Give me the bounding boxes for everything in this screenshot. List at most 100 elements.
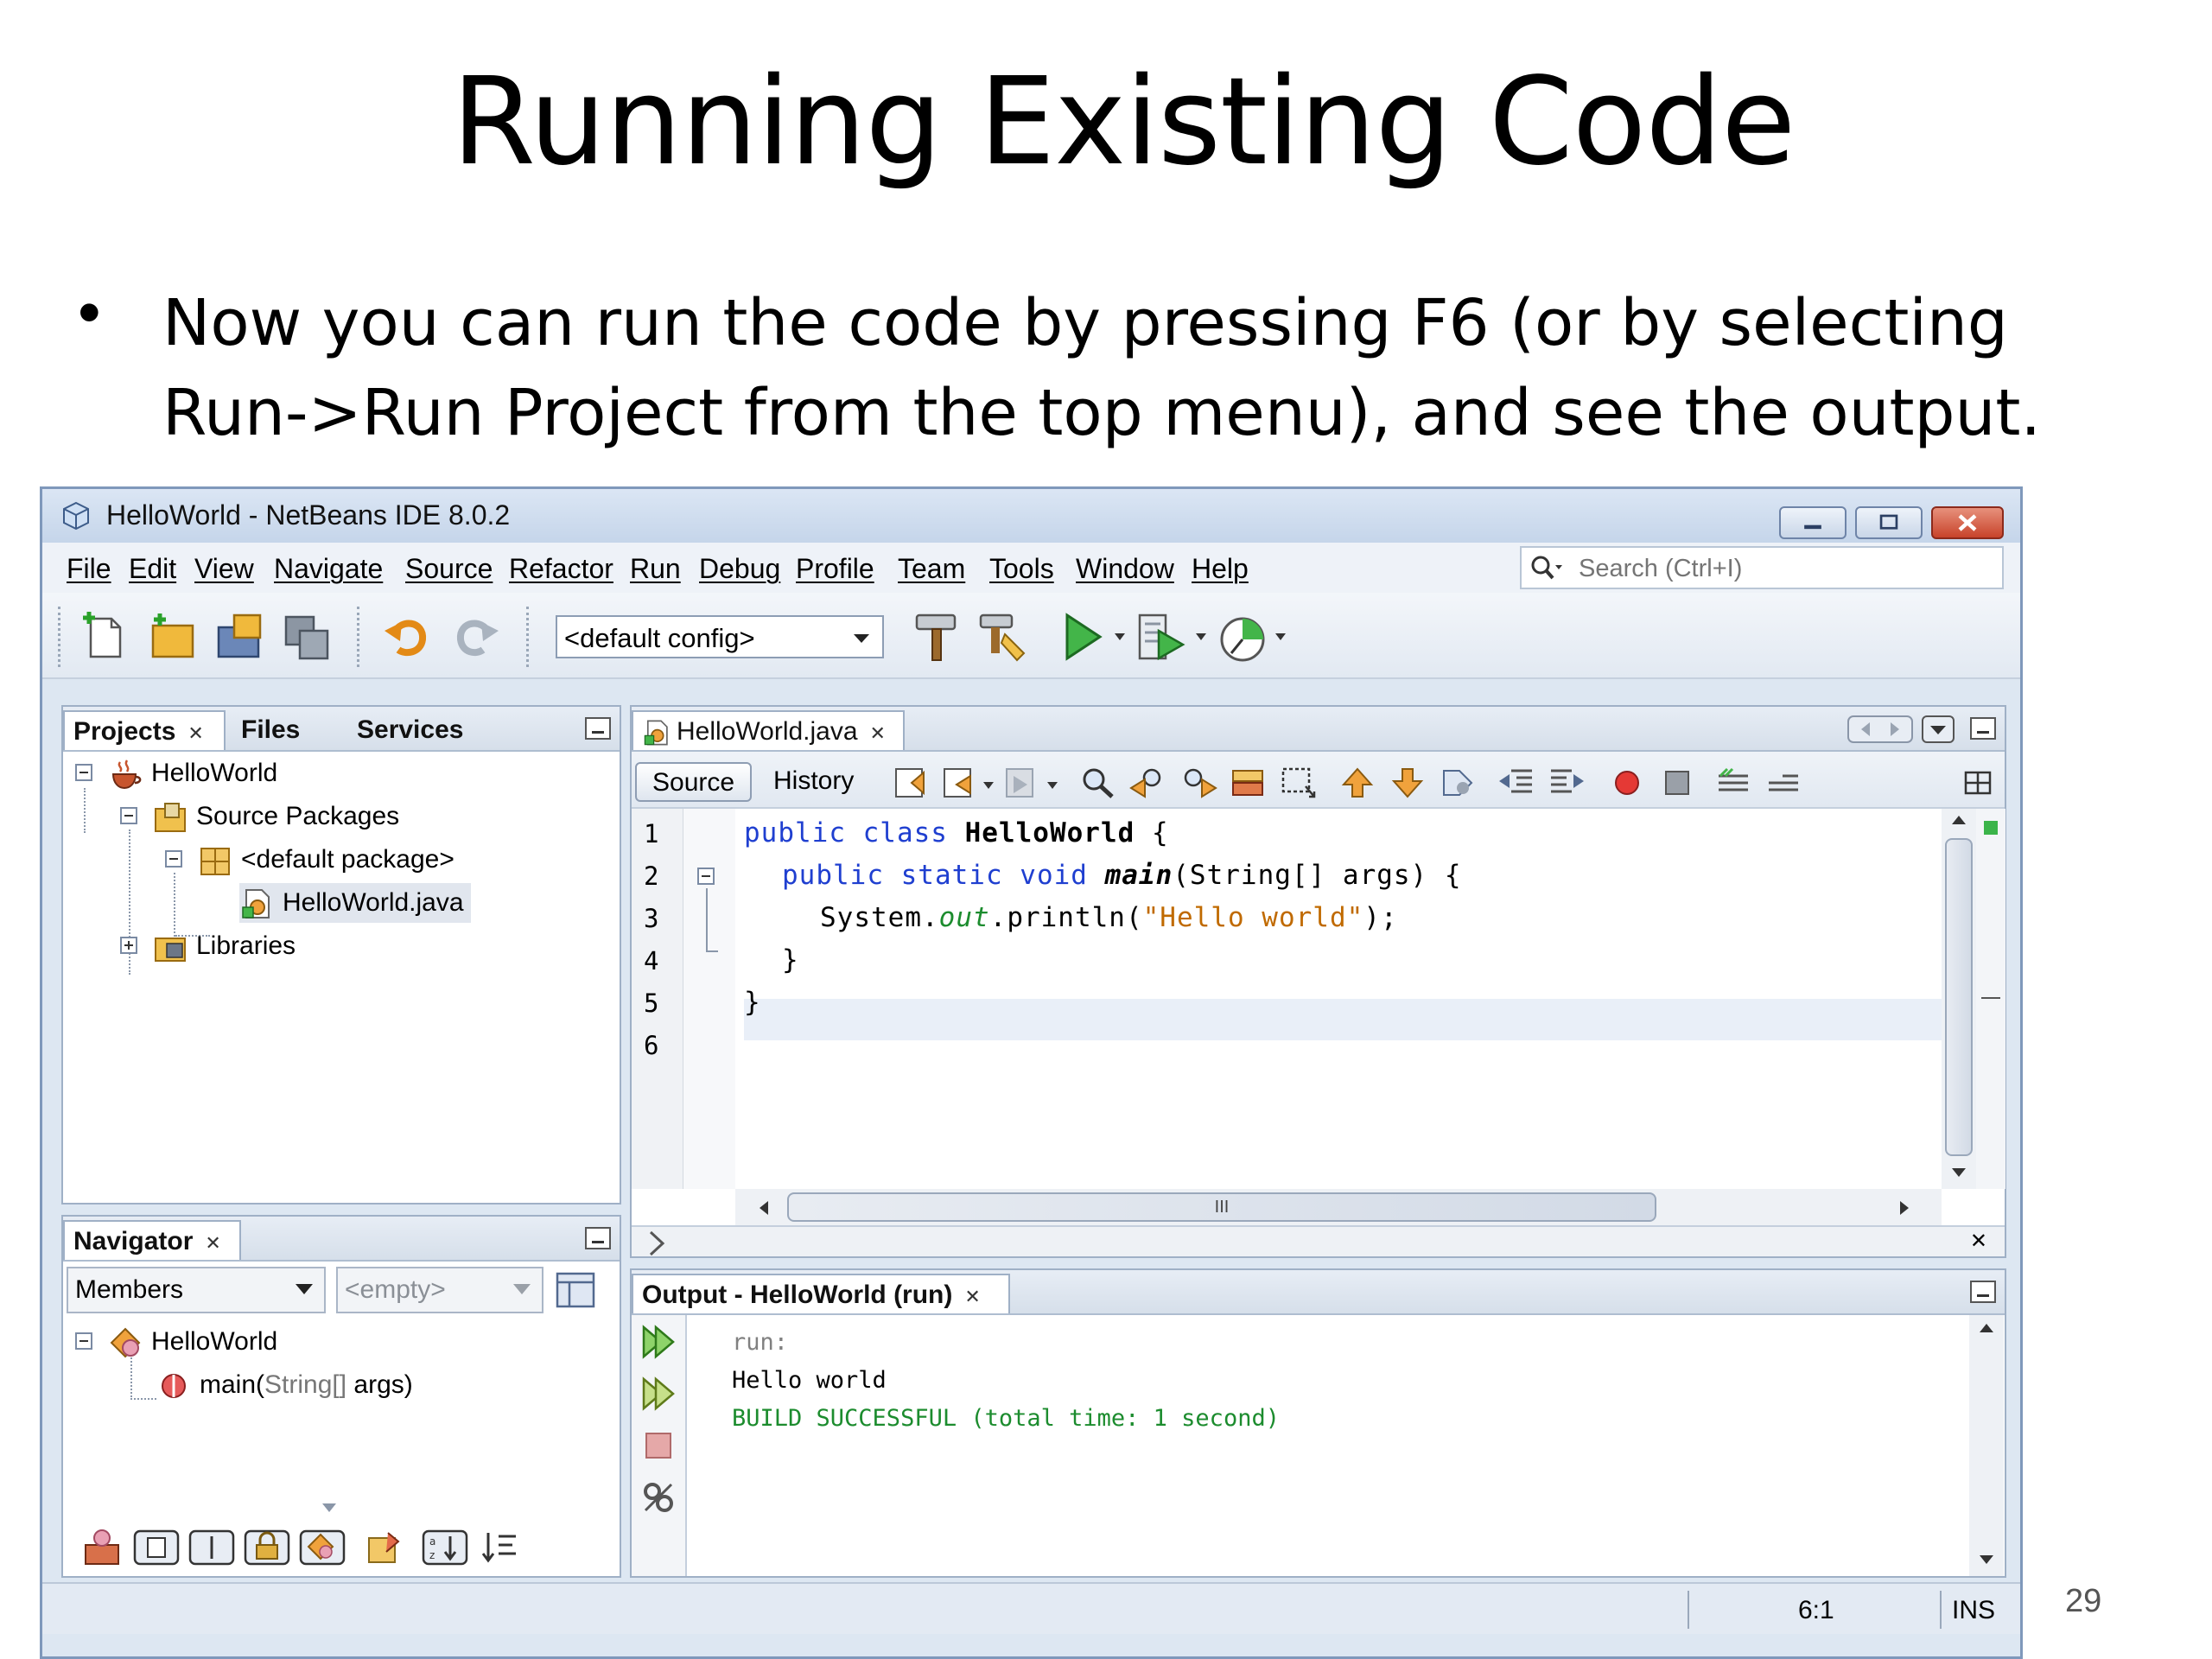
code-line-3[interactable]: System.out.println("Hello world"); bbox=[820, 902, 1398, 933]
editor-vertical-scrollbar[interactable] bbox=[1942, 809, 1976, 1189]
tab-services[interactable]: Services bbox=[348, 710, 472, 750]
minimize-panel-icon[interactable] bbox=[585, 1227, 611, 1249]
scroll-down-icon[interactable] bbox=[1950, 1166, 1967, 1179]
maximize-button[interactable] bbox=[1855, 506, 1923, 539]
build-hammer-icon[interactable] bbox=[908, 608, 965, 665]
code-line-5[interactable]: } bbox=[744, 987, 761, 1018]
back-icon[interactable] bbox=[939, 764, 981, 802]
forward-icon[interactable] bbox=[1001, 764, 1043, 802]
toggle-highlight-icon[interactable] bbox=[1228, 764, 1269, 802]
previous-bookmark-icon[interactable] bbox=[1337, 764, 1378, 802]
rerun-icon[interactable] bbox=[639, 1322, 678, 1362]
find-previous-icon[interactable] bbox=[1128, 764, 1169, 802]
sort-by-name-icon[interactable]: az bbox=[421, 1526, 469, 1569]
menu-run[interactable]: Run bbox=[630, 553, 681, 585]
insert-mode[interactable]: INS bbox=[1952, 1596, 1995, 1625]
tab-projects[interactable]: Projects ✕ bbox=[63, 710, 226, 750]
open-project-icon[interactable] bbox=[212, 608, 269, 665]
expand-toggle[interactable] bbox=[120, 937, 137, 954]
collapse-toggle[interactable] bbox=[165, 850, 182, 868]
collapse-toggle[interactable] bbox=[75, 1332, 92, 1350]
show-static-icon[interactable] bbox=[188, 1526, 236, 1569]
filter-select[interactable]: <empty> bbox=[336, 1267, 543, 1313]
start-macro-recording-icon[interactable] bbox=[1606, 764, 1648, 802]
close-tab-icon[interactable]: ✕ bbox=[964, 1286, 980, 1307]
tree-item-libraries[interactable]: Libraries bbox=[153, 926, 296, 966]
navigator-options-icon[interactable] bbox=[554, 1270, 597, 1310]
find-next-icon[interactable] bbox=[1178, 764, 1219, 802]
tree-item-helloworld-java[interactable]: HelloWorld.java bbox=[239, 883, 471, 923]
javadoc-icon[interactable] bbox=[362, 1526, 405, 1569]
scroll-left-icon[interactable] bbox=[758, 1199, 770, 1217]
show-opened-documents-icon[interactable] bbox=[1922, 715, 1955, 743]
menu-edit[interactable]: Edit bbox=[129, 553, 176, 585]
editor-horizontal-scroll-thumb[interactable]: III bbox=[787, 1192, 1656, 1222]
editor-vertical-scroll-thumb[interactable] bbox=[1945, 838, 1973, 1156]
minimize-panel-icon[interactable] bbox=[1970, 1281, 1996, 1303]
chevron-down-icon[interactable] bbox=[982, 781, 995, 790]
menu-profile[interactable]: Profile bbox=[796, 553, 874, 585]
stop-icon[interactable] bbox=[639, 1426, 678, 1465]
scroll-up-icon[interactable] bbox=[1950, 814, 1967, 826]
sort-by-source-icon[interactable] bbox=[478, 1526, 521, 1569]
new-file-icon[interactable] bbox=[77, 608, 134, 665]
rerun-with-parameters-icon[interactable] bbox=[639, 1374, 678, 1414]
debug-project-icon[interactable] bbox=[1133, 608, 1190, 665]
uncomment-icon[interactable] bbox=[1764, 764, 1805, 802]
collapse-toggle[interactable] bbox=[75, 764, 92, 781]
next-bookmark-icon[interactable] bbox=[1387, 764, 1428, 802]
chevron-down-icon[interactable] bbox=[1274, 632, 1287, 641]
stop-macro-recording-icon[interactable] bbox=[1656, 764, 1698, 802]
nav-item-class[interactable]: HelloWorld bbox=[108, 1322, 277, 1362]
shift-left-icon[interactable] bbox=[1496, 764, 1537, 802]
menu-window[interactable]: Window bbox=[1076, 553, 1174, 585]
menu-refactor[interactable]: Refactor bbox=[509, 553, 613, 585]
redo-icon[interactable] bbox=[447, 608, 504, 665]
search-icon[interactable] bbox=[1529, 553, 1563, 584]
show-fields-icon[interactable] bbox=[132, 1526, 181, 1569]
close-tab-icon[interactable]: ✕ bbox=[188, 722, 203, 744]
rectangular-selection-icon[interactable] bbox=[1278, 764, 1319, 802]
collapse-toggle[interactable] bbox=[120, 807, 137, 824]
show-inner-classes-icon[interactable] bbox=[298, 1526, 346, 1569]
scroll-down-icon[interactable] bbox=[1978, 1554, 1995, 1566]
toggle-bookmark-icon[interactable] bbox=[1437, 764, 1478, 802]
chevron-down-icon[interactable] bbox=[1114, 632, 1126, 641]
tab-history[interactable]: History bbox=[758, 762, 869, 802]
menu-file[interactable]: File bbox=[67, 553, 111, 585]
minimize-panel-icon[interactable] bbox=[585, 717, 611, 740]
members-select[interactable]: Members bbox=[67, 1267, 326, 1313]
settings-icon[interactable] bbox=[639, 1478, 678, 1517]
comment-icon[interactable] bbox=[1713, 764, 1755, 802]
scroll-right-icon[interactable] bbox=[1898, 1199, 1910, 1217]
output-vertical-scrollbar[interactable] bbox=[1969, 1315, 2004, 1576]
tree-item-project[interactable]: HelloWorld bbox=[108, 753, 277, 793]
tree-item-default-package[interactable]: <default package> bbox=[198, 840, 454, 880]
minimize-panel-icon[interactable] bbox=[1970, 717, 1996, 740]
minimize-button[interactable] bbox=[1779, 506, 1847, 539]
chevron-right-icon[interactable] bbox=[644, 1227, 670, 1260]
menu-view[interactable]: View bbox=[194, 553, 254, 585]
close-window-button[interactable] bbox=[1931, 506, 2004, 539]
find-icon[interactable] bbox=[1077, 764, 1119, 802]
code-line-4[interactable]: } bbox=[782, 944, 799, 976]
tab-files[interactable]: Files bbox=[232, 710, 308, 750]
search-box[interactable] bbox=[1520, 546, 2004, 589]
menu-help[interactable]: Help bbox=[1192, 553, 1249, 585]
tab-navigator[interactable]: Navigator ✕ bbox=[63, 1220, 241, 1260]
shift-right-icon[interactable] bbox=[1546, 764, 1587, 802]
tree-item-source-packages[interactable]: Source Packages bbox=[153, 797, 399, 836]
chevron-down-icon[interactable] bbox=[1046, 781, 1058, 790]
tab-source[interactable]: Source bbox=[635, 762, 753, 802]
tab-output[interactable]: Output - HelloWorld (run) ✕ bbox=[632, 1274, 1010, 1313]
menu-tools[interactable]: Tools bbox=[989, 553, 1054, 585]
save-all-icon[interactable] bbox=[279, 608, 336, 665]
inherited-members-icon[interactable] bbox=[80, 1526, 124, 1569]
run-project-icon[interactable] bbox=[1053, 608, 1110, 665]
profile-project-icon[interactable] bbox=[1214, 608, 1271, 665]
config-select[interactable]: <default config> bbox=[556, 615, 884, 658]
hide-private-lock-icon[interactable] bbox=[243, 1526, 291, 1569]
menu-navigate[interactable]: Navigate bbox=[274, 553, 383, 585]
menu-team[interactable]: Team bbox=[898, 553, 965, 585]
editor-horizontal-scrollbar[interactable]: III bbox=[735, 1189, 1942, 1225]
